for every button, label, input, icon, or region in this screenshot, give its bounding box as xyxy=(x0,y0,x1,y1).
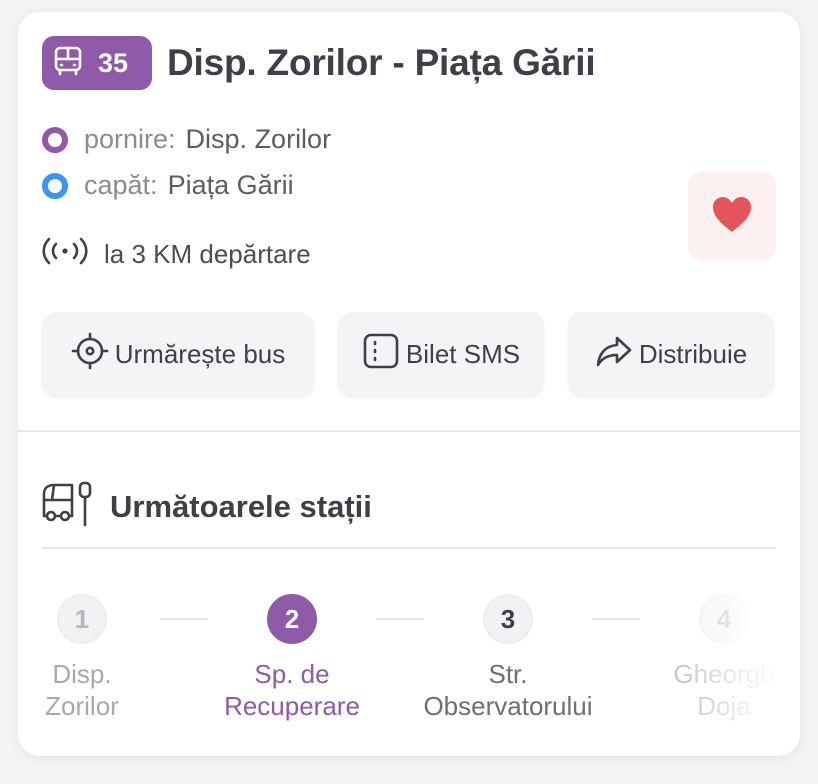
bus-stop-icon xyxy=(40,480,110,533)
route-title: Disp. Zorilor - Piața Gării xyxy=(167,42,596,83)
share-button[interactable]: Distribuie xyxy=(568,312,774,396)
stop-name-line2: Observatorului xyxy=(423,691,593,721)
start-terminal-value: Disp. Zorilor xyxy=(185,124,332,154)
stops-timeline: 1 Disp. Zorilor 2 Sp. de Recuperare 3 St… xyxy=(18,572,800,756)
stop-name-line2: Recuperare xyxy=(224,691,360,721)
stop-name-line1: Sp. de xyxy=(254,659,330,689)
ticket-icon xyxy=(362,332,406,377)
scroll-fade xyxy=(650,572,800,756)
end-terminal-label: capăt: xyxy=(84,170,158,200)
stop-name-line1: Disp. xyxy=(52,659,112,689)
crosshair-icon xyxy=(71,332,115,377)
stops-divider xyxy=(42,547,776,549)
stop-name-line2: Zorilor xyxy=(45,691,119,721)
stop-number: 2 xyxy=(267,594,317,644)
sms-ticket-label: Bilet SMS xyxy=(405,338,521,369)
end-terminal-value: Piața Gării xyxy=(167,170,294,200)
bus-icon xyxy=(52,45,84,82)
stop-item[interactable]: 2 Sp. de Recuperare xyxy=(182,594,402,722)
sms-ticket-button[interactable]: Bilet SMS xyxy=(338,312,544,396)
start-dot-icon xyxy=(42,126,68,153)
favorite-button[interactable] xyxy=(688,172,776,260)
share-arrow-icon xyxy=(595,332,639,377)
next-stops-title: Următoarele stații xyxy=(110,488,372,524)
route-badge: 35 xyxy=(42,36,152,90)
stop-item[interactable]: 1 Disp. Zorilor xyxy=(18,594,192,722)
distance-text: la 3 KM depărtare xyxy=(104,239,311,269)
next-stops-header: Următoarele stații xyxy=(40,480,372,533)
route-number: 35 xyxy=(98,47,129,78)
start-terminal-label: pornire: xyxy=(84,124,176,154)
route-card: 35 Disp. Zorilor - Piața Gării pornire: … xyxy=(18,12,800,756)
stop-number: 3 xyxy=(483,594,533,644)
track-bus-button[interactable]: Urmărește bus xyxy=(42,312,314,396)
heart-icon xyxy=(710,194,754,239)
stop-item[interactable]: 3 Str. Observatorului xyxy=(398,594,618,722)
start-terminal: pornire: Disp. Zorilor xyxy=(42,124,331,155)
signal-broadcast-icon xyxy=(40,234,104,275)
end-terminal: capăt: Piața Gării xyxy=(42,170,294,201)
stop-name: Str. Observatorului xyxy=(398,658,618,722)
stop-number: 1 xyxy=(57,594,107,644)
share-label: Distribuie xyxy=(638,338,748,369)
stop-name: Sp. de Recuperare xyxy=(182,658,402,722)
stop-name: Disp. Zorilor xyxy=(18,658,192,722)
distance-info: la 3 KM depărtare xyxy=(40,234,311,275)
track-bus-label: Urmărește bus xyxy=(114,338,286,369)
section-divider xyxy=(18,430,800,432)
end-dot-icon xyxy=(42,172,68,199)
stop-name-line1: Str. xyxy=(488,659,528,689)
